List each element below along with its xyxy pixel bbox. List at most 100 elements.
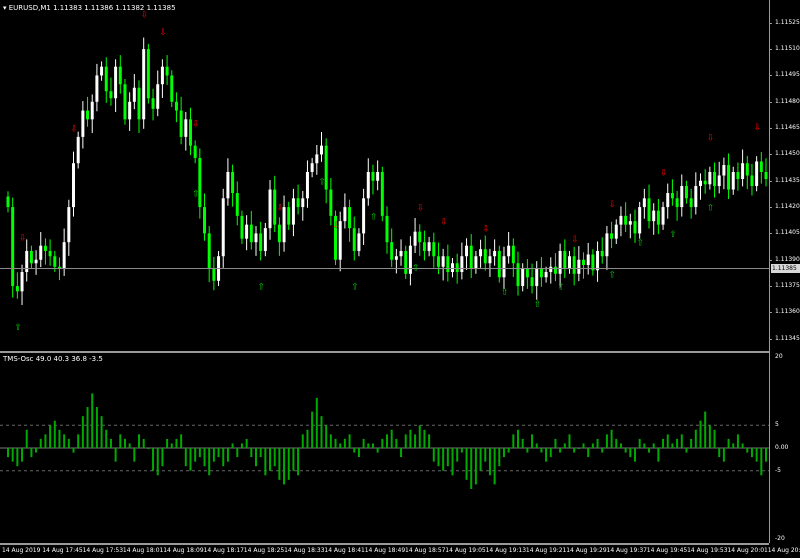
osc-bar: [624, 448, 627, 453]
candle-body: [493, 250, 497, 257]
candle-body: [53, 256, 57, 267]
osc-bar: [596, 438, 599, 448]
osc-bar: [236, 448, 239, 458]
candle-body: [727, 164, 731, 190]
osc-bar: [53, 420, 56, 448]
osc-bar: [362, 438, 365, 448]
candle-body: [390, 242, 394, 260]
candle-body: [432, 242, 436, 257]
indicator-label: TMS-Osc 49.0 40.3 36.8 -3.5: [3, 355, 103, 363]
candle-body: [48, 250, 52, 257]
osc-tick-label: -5: [775, 466, 781, 474]
osc-bar: [91, 393, 94, 448]
candle-body: [132, 87, 136, 102]
candle-body: [114, 66, 118, 99]
osc-bar: [470, 448, 473, 489]
candle-body: [418, 231, 422, 243]
osc-bar: [531, 434, 534, 448]
time-tick-label: 14 Aug 20:0: [767, 547, 800, 554]
price-tick-label: 1.11345: [775, 334, 800, 342]
osc-bar: [95, 407, 98, 448]
candle-body: [221, 198, 225, 257]
osc-bar: [400, 448, 403, 458]
candle-body: [90, 101, 94, 120]
price-tick-label: 1.11495: [775, 71, 800, 79]
osc-bar: [166, 438, 169, 448]
candle-body: [165, 66, 169, 76]
time-tick-label: 14 Aug 18:25: [243, 547, 285, 554]
osc-bar: [526, 448, 529, 453]
candle-body: [376, 171, 380, 181]
time-tick-label: 14 Aug 19:13: [485, 547, 527, 554]
candle-body: [446, 256, 450, 273]
osc-bar: [180, 434, 183, 448]
osc-bar: [488, 448, 491, 476]
candle-body: [647, 198, 651, 222]
price-chart-pane[interactable]: ⇧⇧⇧⇧⇧⇧⇧⇧⇧⇧⇧⇧⇧⇧⇩⇩⇩⇩⇩⇩⇩⇩⇩⇩⇩⇩⇩⇩⇩⇩ ▾ EURUSD,…: [0, 0, 769, 351]
osc-tick-label: 0.00: [775, 444, 789, 451]
oscillator-chart[interactable]: [0, 353, 769, 543]
price-tick-mark: [769, 101, 772, 103]
price-tick-mark: [769, 207, 772, 209]
candle-body: [43, 245, 47, 251]
candle-body: [722, 164, 726, 176]
down-arrow-signal: ⇩: [192, 119, 200, 129]
candle-body: [362, 198, 366, 234]
candlestick-chart[interactable]: ⇧⇧⇧⇧⇧⇧⇧⇧⇧⇧⇧⇧⇧⇧⇩⇩⇩⇩⇩⇩⇩⇩⇩⇩⇩⇩⇩⇩⇩⇩: [0, 0, 769, 351]
candle-body: [198, 157, 202, 208]
candle-body: [240, 215, 244, 239]
osc-bar: [648, 448, 651, 453]
osc-bar: [203, 448, 206, 467]
oscillator-pane[interactable]: TMS-Osc 49.0 40.3 36.8 -3.5: [0, 353, 769, 543]
osc-bar: [114, 448, 117, 462]
candle-body: [296, 198, 300, 208]
up-arrow-signal: ⇧: [412, 263, 420, 273]
candle-body: [11, 207, 15, 287]
candle-body: [100, 66, 104, 76]
candle-body: [544, 272, 548, 278]
time-axis-divider: [0, 543, 769, 545]
osc-bar: [184, 448, 187, 467]
ohlc-text: 1.11383 1.11386 1.11382 1.11385: [53, 4, 176, 12]
down-arrow-signal: ⇩: [417, 204, 425, 214]
osc-bar: [175, 438, 178, 448]
candle-body: [142, 49, 146, 120]
down-arrow-signal: ⇩: [609, 200, 617, 210]
price-tick-label: 1.11420: [775, 203, 800, 211]
candle-body: [465, 245, 469, 257]
osc-bar: [287, 448, 290, 480]
osc-bar: [231, 443, 234, 448]
candle-body: [525, 268, 529, 278]
price-tick-label: 1.11480: [775, 97, 800, 105]
up-arrow-signal: ⇧: [707, 204, 715, 214]
candle-body: [619, 215, 623, 225]
time-tick-label: 14 Aug 2019: [2, 547, 41, 554]
price-tick-mark: [769, 180, 772, 182]
osc-bar: [264, 448, 267, 476]
candle-body: [81, 110, 85, 137]
osc-bar: [765, 448, 767, 462]
osc-bar: [690, 438, 693, 448]
candle-body: [249, 224, 253, 243]
candle-body: [72, 163, 76, 208]
up-arrow-signal: ⇧: [318, 177, 326, 187]
osc-tick-label: 20: [775, 353, 783, 360]
candle-body: [156, 84, 160, 109]
osc-bar: [325, 425, 328, 448]
up-arrow-signal: ⇧: [14, 323, 22, 333]
osc-bar: [554, 438, 557, 448]
candle-body: [460, 256, 464, 273]
candle-body: [572, 256, 576, 274]
osc-bar: [11, 448, 14, 462]
osc-bar: [540, 448, 543, 453]
chevron-down-icon[interactable]: ▾: [3, 4, 7, 12]
candle-body: [666, 193, 670, 208]
osc-bar: [722, 448, 725, 462]
up-arrow-signal: ⇧: [351, 283, 359, 293]
candle-body: [118, 66, 122, 85]
osc-bar: [297, 448, 300, 476]
candle-body: [502, 256, 506, 278]
candle-body: [254, 233, 258, 243]
price-tick-label: 1.11360: [775, 308, 800, 316]
candle-body: [759, 161, 763, 172]
